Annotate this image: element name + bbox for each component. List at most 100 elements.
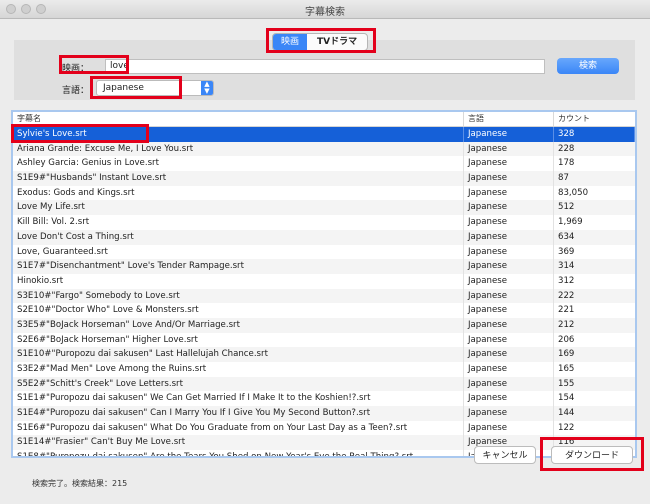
row-subtitle-name: S5E2#"Schitt's Creek" Love Letters.srt bbox=[13, 376, 464, 392]
movie-label: 映画： bbox=[62, 64, 90, 74]
table-row[interactable]: S1E7#"Disenchantment" Love's Tender Ramp… bbox=[13, 259, 635, 274]
table-row[interactable]: Love, Guaranteed.srt Japanese 369 bbox=[13, 244, 635, 260]
download-button[interactable]: ダウンロード bbox=[551, 446, 633, 464]
subtitle-table: 字幕名 言語 カウント Sylvie's Love.srt Japanese 328… bbox=[11, 110, 637, 458]
tab-tv-drama[interactable]: TVドラマ bbox=[307, 34, 367, 50]
column-header-count[interactable]: カウント bbox=[554, 112, 635, 126]
row-subtitle-name: Love, Guaranteed.srt bbox=[13, 244, 464, 260]
table-row[interactable]: Ashley Garcia: Genius in Love.srt Japanes… bbox=[13, 156, 635, 172]
row-subtitle-name: S1E1#"Puropozu dai sakusen" We Can Get M… bbox=[13, 391, 464, 407]
row-subtitle-name: Ariana Grande: Excuse Me, I Love You.srt bbox=[13, 141, 464, 157]
row-count: 512 bbox=[558, 202, 575, 213]
table-row[interactable]: S5E2#"Schitt's Creek" Love Letters.srt Ja… bbox=[13, 376, 635, 392]
row-language: Japanese bbox=[464, 288, 554, 304]
row-count: 221 bbox=[558, 305, 575, 316]
row-count: 178 bbox=[558, 158, 575, 169]
row-language: Japanese bbox=[464, 391, 554, 407]
row-count: 154 bbox=[558, 393, 575, 404]
row-subtitle-name: S1E7#"Disenchantment" Love's Tender Ramp… bbox=[13, 259, 464, 274]
row-language: Japanese bbox=[464, 259, 554, 274]
row-subtitle-name: S2E6#"BoJack Horseman" Higher Love.srt bbox=[13, 332, 464, 348]
column-header-language[interactable]: 言語 bbox=[464, 112, 554, 126]
row-count: 228 bbox=[558, 143, 575, 154]
row-language: Japanese bbox=[464, 273, 554, 289]
row-count: 212 bbox=[558, 319, 575, 330]
row-language: Japanese bbox=[464, 317, 554, 333]
row-subtitle-name: S3E10#"Fargo" Somebody to Love.srt bbox=[13, 288, 464, 304]
language-label: 言語： bbox=[62, 86, 90, 96]
row-subtitle-name: S1E6#"Puropozu dai sakusen" What Do You … bbox=[13, 420, 464, 436]
row-subtitle-name: S1E14#"Frasier" Can't Buy Me Love.srt bbox=[13, 435, 464, 451]
row-count: 87 bbox=[558, 173, 569, 184]
search-button[interactable]: 検索 bbox=[557, 58, 619, 74]
table-row[interactable]: Love Don't Cost a Thing.srt Japanese 634 bbox=[13, 229, 635, 245]
cancel-button[interactable]: キャンセル bbox=[474, 446, 536, 464]
row-count: 165 bbox=[558, 364, 575, 374]
row-language: Japanese bbox=[464, 156, 554, 172]
table-row[interactable]: Exodus: Gods and Kings.srt Japanese 83,050 bbox=[13, 185, 635, 201]
table-row[interactable]: S1E14#"Frasier" Can't Buy Me Love.srt Jap… bbox=[13, 435, 635, 451]
table-row[interactable]: S1E10#"Puropozu dai sakusen" Last Hallel… bbox=[13, 347, 635, 362]
row-language: Japanese bbox=[464, 244, 554, 260]
table-row[interactable]: Ariana Grande: Excuse Me, I Love You.srt… bbox=[13, 141, 635, 157]
table-row[interactable]: S1E9#"Husbands" Instant Love.srt Japanese… bbox=[13, 171, 635, 186]
column-header-name[interactable]: 字幕名 bbox=[13, 112, 464, 126]
table-row[interactable]: Kill Bill: Vol. 2.srt Japanese 1,969 bbox=[13, 215, 635, 230]
row-subtitle-name: Kill Bill: Vol. 2.srt bbox=[13, 215, 464, 230]
row-count: 83,050 bbox=[558, 187, 589, 198]
table-row[interactable]: Sylvie's Love.srt Japanese 328 bbox=[13, 127, 635, 142]
row-subtitle-name: S2E10#"Doctor Who" Love & Monsters.srt bbox=[13, 303, 464, 318]
status-text: 検索完了。検索結果：215 bbox=[32, 479, 128, 488]
row-count: 144 bbox=[558, 408, 575, 419]
row-subtitle-name: S1E8#"Puropozu dai sakusen" Are the Tear… bbox=[13, 450, 464, 456]
table-row[interactable]: S2E10#"Doctor Who" Love & Monsters.srt Ja… bbox=[13, 303, 635, 318]
row-subtitle-name: S3E2#"Mad Men" Love Among the Ruins.srt bbox=[13, 362, 464, 377]
movie-search-input[interactable]: love bbox=[105, 59, 545, 74]
row-language: Japanese bbox=[464, 376, 554, 392]
table-body: Sylvie's Love.srt Japanese 328 Ariana Grand… bbox=[13, 127, 635, 456]
row-count: 1,969 bbox=[558, 217, 583, 228]
table-row[interactable]: S1E6#"Puropozu dai sakusen" What Do You … bbox=[13, 420, 635, 436]
language-select[interactable]: Japanese ▲ ▼ bbox=[96, 80, 214, 96]
row-count: 328 bbox=[554, 127, 635, 142]
row-language: Japanese bbox=[464, 229, 554, 245]
table-row[interactable]: S3E2#"Mad Men" Love Among the Ruins.srt J… bbox=[13, 362, 635, 377]
row-count: 122 bbox=[558, 422, 575, 433]
row-count: 314 bbox=[558, 261, 575, 272]
table-row[interactable]: Hinokio.srt Japanese 312 bbox=[13, 273, 635, 289]
category-tabs: 映画 TVドラマ bbox=[272, 33, 369, 51]
row-count: 169 bbox=[558, 349, 575, 360]
table-row[interactable]: S3E5#"BoJack Horseman" Love And/Or Marri… bbox=[13, 317, 635, 333]
table-header: 字幕名 言語 カウント bbox=[13, 112, 635, 127]
subtitle-search-window: 字幕検索 映画 TVドラマ 映画： love 検索 言語： Japanese ▲… bbox=[0, 0, 650, 504]
table-row[interactable]: S2E6#"BoJack Horseman" Higher Love.srt Ja… bbox=[13, 332, 635, 348]
row-language: Japanese bbox=[464, 215, 554, 230]
row-language: Japanese bbox=[464, 332, 554, 348]
row-language: Japanese bbox=[464, 200, 554, 216]
row-subtitle-name: Exodus: Gods and Kings.srt bbox=[13, 185, 464, 201]
row-subtitle-name: S3E5#"BoJack Horseman" Love And/Or Marri… bbox=[13, 317, 464, 333]
table-row[interactable]: S1E4#"Puropozu dai sakusen" Can I Marry … bbox=[13, 406, 635, 421]
table-row[interactable]: S3E10#"Fargo" Somebody to Love.srt Japane… bbox=[13, 288, 635, 304]
row-count: 312 bbox=[558, 275, 575, 286]
row-language: Japanese bbox=[464, 185, 554, 201]
row-subtitle-name: Ashley Garcia: Genius in Love.srt bbox=[13, 156, 464, 172]
tab-movie[interactable]: 映画 bbox=[273, 34, 308, 50]
row-language: Japanese bbox=[464, 406, 554, 421]
row-count: 206 bbox=[558, 334, 575, 345]
row-language: Japanese bbox=[464, 127, 554, 142]
row-language: Japanese bbox=[464, 303, 554, 318]
table-row[interactable]: Love My Life.srt Japanese 512 bbox=[13, 200, 635, 216]
table-row[interactable]: S1E8#"Puropozu dai sakusen" Are the Tear… bbox=[13, 450, 635, 456]
table-row[interactable]: S1E1#"Puropozu dai sakusen" We Can Get M… bbox=[13, 391, 635, 407]
row-language: Japanese bbox=[464, 420, 554, 436]
language-select-value: Japanese bbox=[103, 83, 144, 93]
chevron-updown-icon: ▲ ▼ bbox=[201, 81, 213, 95]
row-subtitle-name: S1E4#"Puropozu dai sakusen" Can I Marry … bbox=[13, 406, 464, 421]
row-count: 155 bbox=[558, 378, 575, 389]
row-subtitle-name: S1E10#"Puropozu dai sakusen" Last Hallel… bbox=[13, 347, 464, 362]
row-language: Japanese bbox=[464, 362, 554, 377]
row-language: Japanese bbox=[464, 141, 554, 157]
row-language: Japanese bbox=[464, 347, 554, 362]
title-bar: 字幕検索 bbox=[0, 0, 650, 19]
